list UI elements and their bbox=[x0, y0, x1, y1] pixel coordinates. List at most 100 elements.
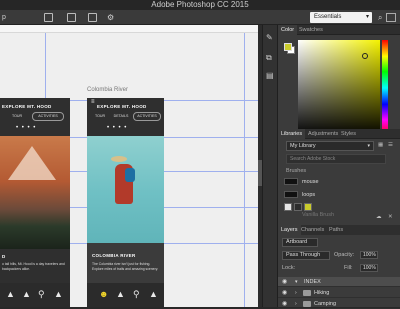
eye-icon[interactable]: ◉ bbox=[282, 277, 287, 287]
tab-adjustments[interactable]: Adjustments bbox=[305, 129, 341, 139]
opacity-label: Opacity: bbox=[334, 252, 355, 258]
card-text: The Columbia river isn't just for fishin… bbox=[92, 262, 159, 271]
phone-tabs: TOUR DETAILS ACTIVITIES bbox=[87, 112, 164, 121]
tab-color[interactable]: Color bbox=[278, 25, 298, 35]
card-title: COLOMBIA RIVER bbox=[92, 253, 136, 258]
library-select[interactable]: My Library bbox=[286, 141, 374, 151]
phone-title: EXPLORE MT. HOOD bbox=[97, 104, 147, 109]
lock-label: Lock: bbox=[282, 265, 296, 271]
tab-channels[interactable]: Channels bbox=[298, 225, 327, 235]
eye-icon[interactable]: ◉ bbox=[282, 299, 287, 309]
menu-icon[interactable]: ≡ bbox=[91, 99, 95, 105]
river-photo bbox=[87, 136, 164, 249]
chevron-right-icon[interactable]: › bbox=[295, 288, 297, 298]
layers-panel-tabs: Layers Channels Paths bbox=[278, 225, 400, 235]
blend-mode-select[interactable]: Pass Through bbox=[282, 251, 330, 260]
grid-view-icon[interactable]: ▦ bbox=[378, 142, 383, 148]
artboard-label[interactable]: Colombia River bbox=[87, 87, 128, 93]
sail-icon[interactable]: ▲ bbox=[54, 289, 63, 299]
brush-name[interactable]: Vanilla Brush bbox=[302, 212, 334, 218]
foreground-color-swatch[interactable] bbox=[284, 43, 292, 51]
backpack bbox=[125, 168, 135, 182]
artboard-phone-2[interactable]: ≡ EXPLORE MT. HOOD TOUR DETAILS ACTIVITI… bbox=[87, 98, 164, 307]
ruler bbox=[0, 25, 258, 33]
screen-mode-icon[interactable] bbox=[386, 13, 396, 22]
align-icon[interactable] bbox=[44, 13, 53, 22]
delete-icon[interactable]: ✕ bbox=[388, 214, 393, 220]
bottom-nav: ☻ ▲ ⚲ ▲ bbox=[87, 283, 164, 307]
tab-tour[interactable]: TOUR bbox=[6, 112, 28, 121]
library-panel-tabs: Libraries Adjustments Styles bbox=[278, 129, 400, 139]
card-title: D bbox=[2, 254, 6, 259]
color-picker-ring[interactable] bbox=[362, 53, 368, 59]
bottom-nav: ▲ ▲ ⚲ ▲ bbox=[0, 283, 70, 307]
tab-details[interactable]: DETAILS bbox=[111, 112, 131, 121]
tab-libraries[interactable]: Libraries bbox=[278, 129, 306, 139]
color-chip[interactable] bbox=[304, 203, 312, 211]
layer-name: INDEX bbox=[304, 279, 321, 285]
layer-name: Camping bbox=[314, 301, 337, 307]
list-view-icon[interactable]: ☰ bbox=[388, 142, 393, 148]
right-panel: Color Swatches Libraries Adjustments Sty… bbox=[278, 25, 400, 309]
brush-name[interactable]: mouse bbox=[302, 179, 319, 185]
color-chip[interactable] bbox=[294, 203, 302, 211]
tab-paths[interactable]: Paths bbox=[326, 225, 346, 235]
info-card: COLOMBIA RIVER The Columbia river isn't … bbox=[87, 243, 164, 283]
carousel-dots: • • • • bbox=[16, 125, 37, 131]
hiker-icon[interactable]: ☻ bbox=[99, 289, 108, 299]
tab-activities[interactable]: ACTIVITIES bbox=[32, 112, 64, 121]
mountain-icon[interactable]: ▲ bbox=[116, 289, 125, 299]
color-chip[interactable] bbox=[284, 203, 292, 211]
layer-row[interactable]: ◉ ▾ INDEX bbox=[278, 277, 400, 287]
bike-icon[interactable]: ⚲ bbox=[133, 289, 140, 300]
brush-thumbnail[interactable] bbox=[284, 178, 298, 185]
transform-icon[interactable] bbox=[88, 13, 97, 22]
clone-icon[interactable]: ⧉ bbox=[266, 53, 272, 63]
tent-icon[interactable]: ▲ bbox=[6, 289, 15, 299]
bike-icon[interactable]: ⚲ bbox=[38, 289, 45, 300]
folder-icon bbox=[303, 301, 311, 307]
cloud-icon[interactable]: ☁ bbox=[376, 214, 382, 220]
layers-comp-icon[interactable]: ▤ bbox=[266, 71, 274, 80]
document-canvas[interactable]: Colombia River EXPLORE MT. HOOD TOUR ACT… bbox=[0, 25, 258, 307]
layer-filter-select[interactable]: Artboard bbox=[282, 238, 318, 247]
stock-search-input[interactable]: Search Adobe Stock bbox=[286, 154, 386, 164]
chevron-down-icon[interactable]: ▾ bbox=[295, 277, 298, 287]
panel-dock: ✎ ⧉ ▤ bbox=[262, 25, 278, 307]
search-icon[interactable]: ⌕ bbox=[378, 13, 382, 23]
eye-icon[interactable]: ◉ bbox=[282, 288, 287, 298]
distribute-icon[interactable] bbox=[67, 13, 76, 22]
color-field[interactable] bbox=[298, 40, 380, 136]
hat bbox=[111, 156, 127, 162]
chevron-right-icon[interactable]: › bbox=[295, 299, 297, 309]
hiker-figure bbox=[111, 156, 135, 204]
gear-icon[interactable]: ⚙ bbox=[107, 12, 114, 23]
guide-line bbox=[244, 33, 245, 307]
brush-thumbnail[interactable] bbox=[284, 191, 298, 198]
options-bar: p ⚙ Essentials ⌕ bbox=[0, 10, 400, 25]
card-text: o tall hills, Mt. Hood is a day traveler… bbox=[2, 262, 65, 271]
snow-peak bbox=[8, 146, 56, 180]
layer-row[interactable]: ◉ › Camping bbox=[278, 299, 400, 309]
workspace-select[interactable]: Essentials bbox=[310, 12, 372, 23]
tab-activities[interactable]: ACTIVITIES bbox=[133, 112, 161, 121]
sail-icon[interactable]: ▲ bbox=[149, 289, 158, 299]
app-title: Adobe Photoshop CC 2015 bbox=[151, 0, 249, 9]
tab-swatches[interactable]: Swatches bbox=[296, 25, 326, 35]
color-panel-tabs: Color Swatches bbox=[278, 25, 400, 35]
tab-tour[interactable]: TOUR bbox=[91, 112, 109, 121]
mountain-icon[interactable]: ▲ bbox=[22, 289, 31, 299]
artboard-phone-1[interactable]: EXPLORE MT. HOOD TOUR ACTIVITIES • • • •… bbox=[0, 98, 70, 307]
tab-styles[interactable]: Styles bbox=[338, 129, 359, 139]
brush-name[interactable]: loops bbox=[302, 192, 315, 198]
folder-icon bbox=[303, 290, 311, 296]
layer-row[interactable]: ◉ › Hiking bbox=[278, 288, 400, 298]
opacity-field[interactable]: 100% bbox=[360, 251, 378, 259]
brush-panel-icon[interactable]: ✎ bbox=[266, 33, 273, 42]
carousel-dots: • • • • bbox=[107, 125, 128, 131]
hue-slider[interactable] bbox=[382, 40, 388, 136]
fill-label: Fill: bbox=[344, 265, 353, 271]
layer-name: Hiking bbox=[314, 290, 330, 296]
fill-field[interactable]: 100% bbox=[360, 264, 378, 272]
phone-title: EXPLORE MT. HOOD bbox=[2, 104, 52, 109]
